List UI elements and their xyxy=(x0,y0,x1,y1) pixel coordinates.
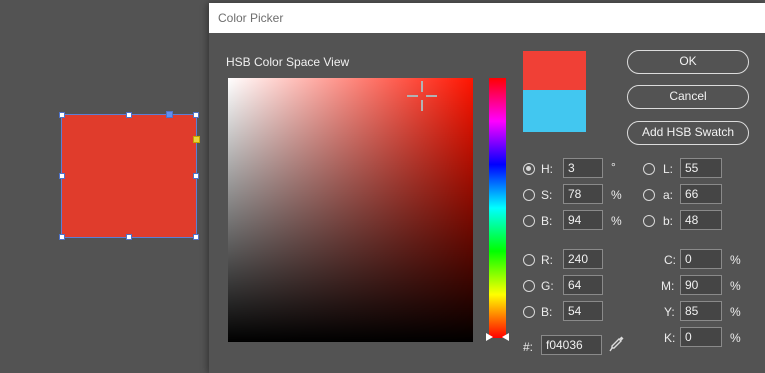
saturation-brightness-field[interactable] xyxy=(228,78,473,342)
radio-green[interactable] xyxy=(523,280,535,292)
magenta-unit: % xyxy=(730,279,741,293)
resize-handle-bottom-right[interactable] xyxy=(193,234,199,240)
black-label: K: xyxy=(664,331,676,345)
hue-label: H: xyxy=(541,162,553,176)
dialog-body: HSB Color Space View OK Cancel Add HSB S… xyxy=(209,33,765,373)
hue-field[interactable]: 3 xyxy=(563,158,603,178)
saturation-field[interactable]: 78 xyxy=(563,184,603,204)
magenta-label: M: xyxy=(661,279,675,293)
hex-field[interactable]: f04036 xyxy=(541,335,602,355)
blue-label: B: xyxy=(541,305,553,319)
color-space-view-label: HSB Color Space View xyxy=(226,55,350,69)
yellow-label: Y: xyxy=(664,305,675,319)
red-field[interactable]: 240 xyxy=(563,249,603,269)
color-picker-dialog: Color Picker HSB Color Space View OK Can… xyxy=(209,3,765,373)
black-field[interactable]: 0 xyxy=(680,327,722,347)
brightness-field[interactable]: 94 xyxy=(563,210,603,230)
yellow-unit: % xyxy=(730,305,741,319)
lab-l-field[interactable]: 55 xyxy=(680,158,722,178)
resize-handle-top-middle[interactable] xyxy=(126,112,132,118)
resize-handle-top-left[interactable] xyxy=(59,112,65,118)
radio-brightness[interactable] xyxy=(523,215,535,227)
lab-a-field[interactable]: 66 xyxy=(680,184,722,204)
reference-point-handle[interactable] xyxy=(166,111,173,118)
selected-rectangle[interactable] xyxy=(61,114,197,238)
resize-handle-middle-right[interactable] xyxy=(193,173,199,179)
hue-unit: ° xyxy=(611,160,616,174)
ok-button[interactable]: OK xyxy=(627,50,749,74)
brightness-label: B: xyxy=(541,214,553,228)
green-field[interactable]: 64 xyxy=(563,275,603,295)
radio-saturation[interactable] xyxy=(523,189,535,201)
radio-lab-a[interactable] xyxy=(643,189,655,201)
brightness-unit: % xyxy=(611,214,622,228)
radio-lab-l[interactable] xyxy=(643,163,655,175)
cyan-field[interactable]: 0 xyxy=(680,249,722,269)
radio-lab-b[interactable] xyxy=(643,215,655,227)
lab-b-label: b: xyxy=(663,214,674,228)
hue-slider-marker-icon[interactable] xyxy=(486,331,509,343)
corner-options-handle[interactable] xyxy=(193,136,200,143)
black-unit: % xyxy=(730,331,741,345)
crosshair-icon[interactable] xyxy=(407,81,437,111)
new-color-swatch xyxy=(523,51,586,90)
add-hsb-swatch-button[interactable]: Add HSB Swatch xyxy=(627,121,749,145)
radio-hue[interactable] xyxy=(523,163,535,175)
hue-slider[interactable] xyxy=(489,78,506,338)
cancel-button[interactable]: Cancel xyxy=(627,85,749,109)
radio-blue[interactable] xyxy=(523,306,535,318)
saturation-unit: % xyxy=(611,188,622,202)
resize-handle-bottom-middle[interactable] xyxy=(126,234,132,240)
radio-red[interactable] xyxy=(523,254,535,266)
resize-handle-top-right[interactable] xyxy=(193,112,199,118)
green-label: G: xyxy=(541,279,554,293)
eyedropper-icon[interactable] xyxy=(609,335,625,353)
saturation-label: S: xyxy=(541,188,553,202)
dialog-title[interactable]: Color Picker xyxy=(209,3,765,33)
cyan-label: C: xyxy=(664,253,676,267)
lab-a-label: a: xyxy=(663,188,674,202)
original-color-swatch[interactable] xyxy=(523,90,586,132)
blue-field[interactable]: 54 xyxy=(563,301,603,321)
cyan-unit: % xyxy=(730,253,741,267)
resize-handle-bottom-left[interactable] xyxy=(59,234,65,240)
lab-l-label: L: xyxy=(663,162,674,176)
resize-handle-middle-left[interactable] xyxy=(59,173,65,179)
magenta-field[interactable]: 90 xyxy=(680,275,722,295)
hex-label: #: xyxy=(523,340,534,354)
red-label: R: xyxy=(541,253,553,267)
lab-b-field[interactable]: 48 xyxy=(680,210,722,230)
yellow-field[interactable]: 85 xyxy=(680,301,722,321)
